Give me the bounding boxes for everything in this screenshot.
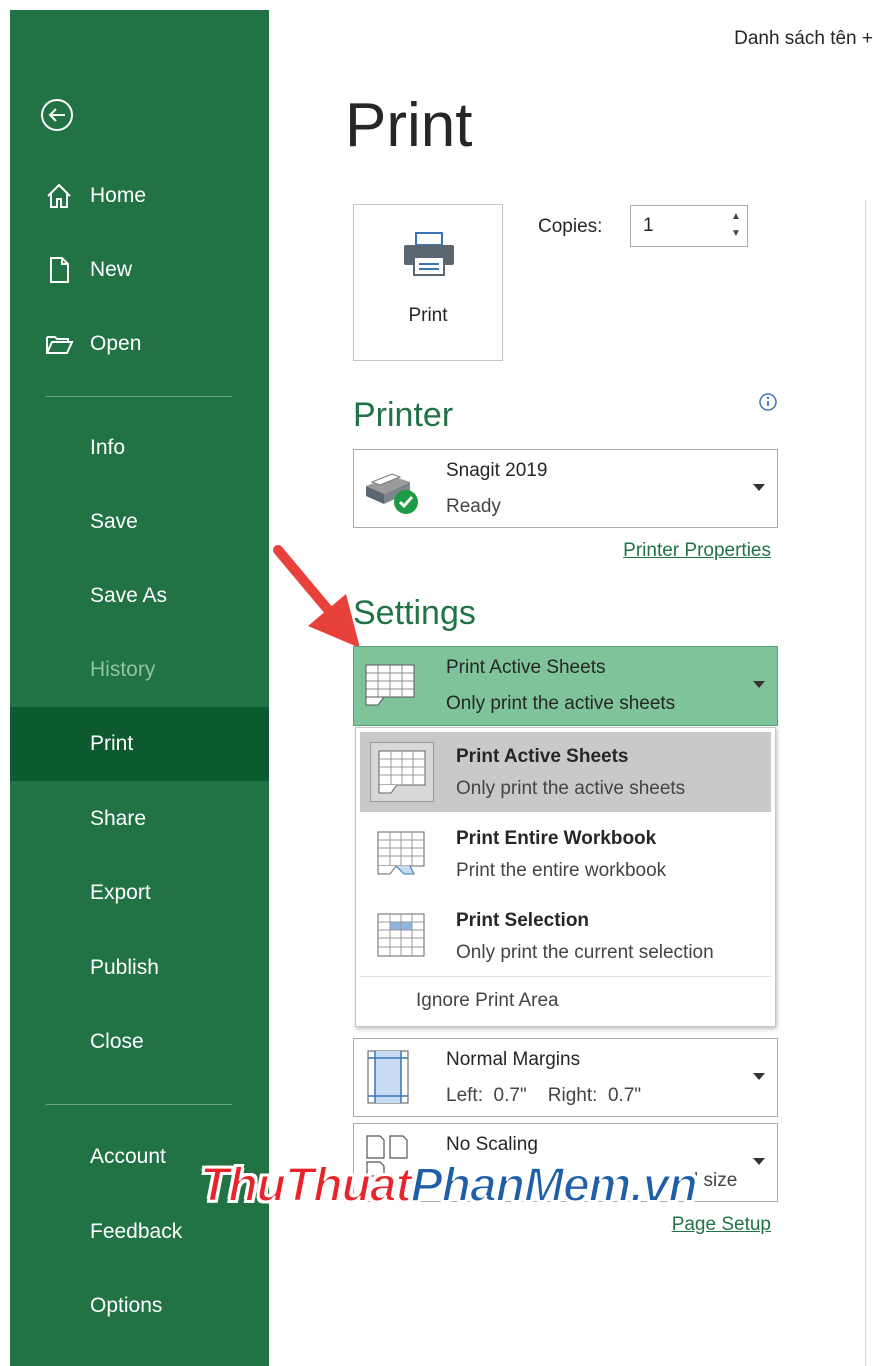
margins-dropdown[interactable]: Normal Margins Left: 0.7" Right: 0.7" [353,1038,778,1117]
margins-title: Normal Margins [446,1049,581,1070]
copies-value[interactable]: 1 [643,215,654,237]
sidebar-divider [46,1104,232,1105]
sidebar-item-label: Save As [90,584,168,607]
sidebar-item-info[interactable]: Info [10,411,269,485]
print-scope-dropdown[interactable]: Print Active Sheets Only print the activ… [353,646,778,726]
sidebar-item-new[interactable]: New [10,233,269,307]
print-scope-menu: Print Active Sheets Only print the activ… [355,727,776,1027]
home-icon [47,183,71,208]
workbook-icon [377,831,425,875]
chevron-down-icon [753,681,765,688]
selection-icon [377,913,425,957]
preview-divider [865,200,866,1366]
watermark-part: PhanMem [410,1158,633,1213]
document-title: Danh sách tên + [734,28,873,49]
sidebar-item-label: Info [90,436,126,459]
settings-section-title: Settings [353,594,476,632]
sidebar-item-label: Account [90,1145,166,1168]
sidebar-item-label: Save [90,510,138,533]
sidebar-item-label: Home [90,184,147,207]
menu-item-subtitle: Only print the current selection [456,942,714,963]
sidebar-item-label: Close [90,1030,144,1053]
sidebar-item-label: History [90,658,156,681]
watermark-part: ThuThuat [199,1158,413,1213]
menu-item-title: Print Active Sheets [456,746,629,767]
active-sheet-icon [365,664,415,706]
menu-item-print-entire-workbook[interactable]: Print Entire Workbook Print the entire w… [360,814,771,894]
chevron-down-icon [753,484,765,491]
printer-section-title: Printer [353,396,454,434]
sidebar-item-label: Publish [90,956,159,979]
printer-name: Snagit 2019 [446,460,548,481]
menu-item-title: Print Selection [456,910,590,931]
sidebar-item-history: History [10,633,269,707]
menu-divider [360,976,771,977]
printer-ready-icon [366,473,418,514]
sidebar-item-close[interactable]: Close [10,1005,269,1079]
sidebar-item-options[interactable]: Options [10,1269,269,1343]
new-document-icon [50,257,69,283]
menu-item-title: Print Entire Workbook [456,828,657,849]
sidebar-item-label: New [90,258,133,281]
print-button[interactable]: Print [353,204,503,361]
sidebar-item-share[interactable]: Share [10,782,269,856]
printer-icon [404,232,454,276]
open-folder-icon [46,336,74,354]
chevron-down-icon [753,1158,765,1165]
sidebar-item-export[interactable]: Export [10,856,269,930]
margins-icon [367,1050,409,1104]
scaling-title: No Scaling [446,1134,538,1155]
info-icon[interactable] [758,392,778,412]
sidebar-item-label: Options [90,1294,163,1317]
sidebar-item-label: Print [90,732,134,755]
scaling-subtitle: l size [694,1170,738,1191]
annotation-arrow-icon [273,545,360,648]
watermark-part: .vn [629,1158,698,1213]
sidebar-item-save-as[interactable]: Save As [10,559,269,633]
copies-label: Copies: [538,216,603,237]
margins-subtitle: Left: 0.7" Right: 0.7" [446,1085,642,1106]
chevron-down-icon [753,1073,765,1080]
spin-down-icon[interactable]: ▼ [729,227,743,241]
printer-status: Ready [446,496,501,517]
menu-item-subtitle: Only print the active sheets [456,778,686,799]
sidebar-item-label: Share [90,807,147,830]
sidebar-item-open[interactable]: Open [10,307,269,381]
sidebar-item-label: Open [90,332,142,355]
menu-item-print-selection[interactable]: Print Selection Only print the current s… [360,896,771,976]
print-scope-subtitle: Only print the active sheets [446,693,676,714]
watermark-logo: ThuThuatPhanMem.vn [199,1158,699,1213]
menu-item-ignore-print-area[interactable]: Ignore Print Area [416,990,559,1012]
sidebar-item-label: Feedback [90,1220,183,1243]
sidebar-item-publish[interactable]: Publish [10,931,269,1005]
sidebar-item-home[interactable]: Home [10,159,269,233]
sidebar-item-print[interactable]: Print [10,707,269,781]
page-title: Print [345,91,473,160]
sidebar-item-save[interactable]: Save [10,485,269,559]
print-scope-title: Print Active Sheets [446,657,606,678]
menu-item-print-active-sheets[interactable]: Print Active Sheets Only print the activ… [360,732,771,812]
printer-dropdown[interactable]: Snagit 2019 Ready [353,449,778,528]
active-sheet-icon [370,742,434,802]
spin-up-icon[interactable]: ▲ [729,210,743,224]
menu-item-subtitle: Print the entire workbook [456,860,667,881]
print-button-label: Print [408,305,448,326]
back-arrow-icon[interactable] [40,98,74,132]
sidebar-item-label: Export [90,881,151,904]
copies-stepper[interactable]: 1 ▲ ▼ [630,205,748,247]
sidebar-divider [46,396,232,397]
printer-properties-link[interactable]: Printer Properties [623,540,771,562]
page-setup-link[interactable]: Page Setup [672,1214,771,1236]
